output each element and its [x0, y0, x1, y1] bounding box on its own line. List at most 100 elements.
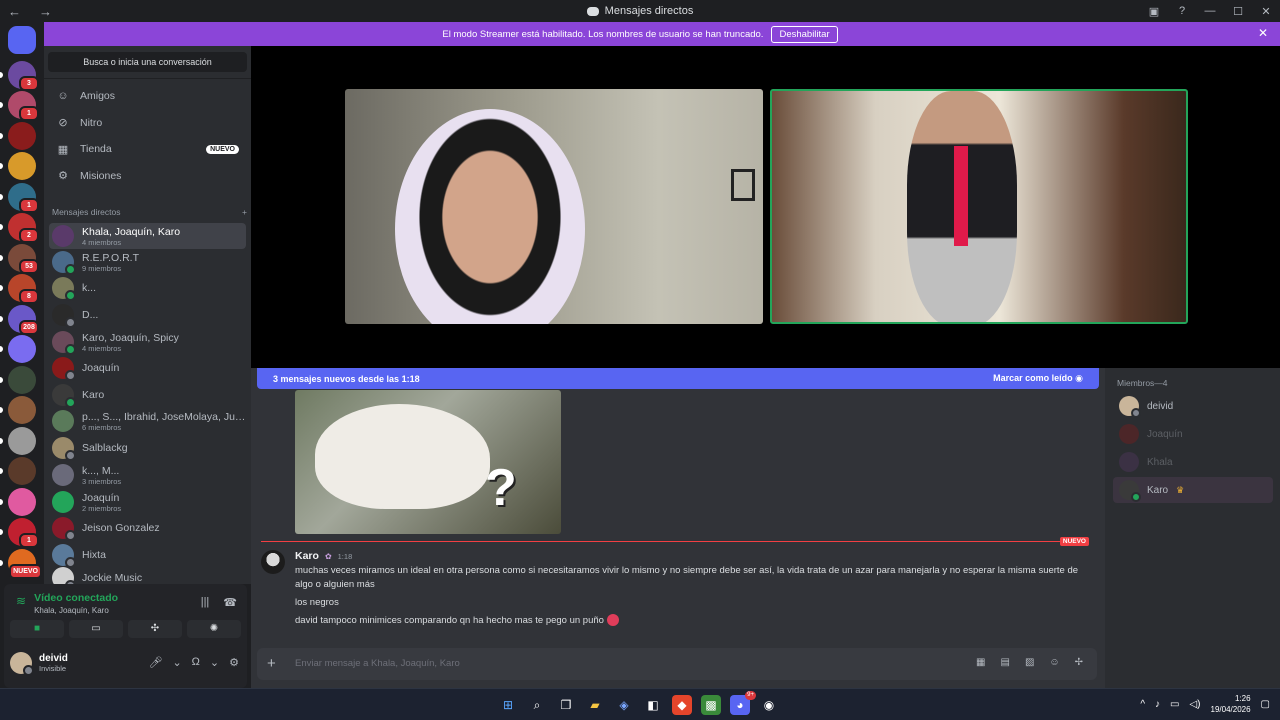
camera-button[interactable]: ■	[10, 620, 64, 638]
search-input[interactable]: Busca o inicia una conversación	[48, 52, 247, 72]
dm-member-count: 4 miembros	[82, 343, 122, 353]
video-tile-deivid[interactable]	[345, 89, 763, 324]
voice-status-text[interactable]: Vídeo conectado	[34, 592, 118, 604]
noise-suppression-icon[interactable]: |||	[201, 596, 210, 609]
dm-name: Hixta	[82, 549, 106, 561]
maximize-icon[interactable]: ☐	[1224, 5, 1252, 18]
dm-item[interactable]: p..., S..., Ibrahid, JoseMolaya, Jud... 6…	[49, 408, 246, 434]
discord-taskbar-icon[interactable]: ◕ 9+	[730, 691, 756, 715]
headphones-icon[interactable]: Ω	[192, 656, 200, 669]
screen-share-button[interactable]: ▭	[69, 620, 123, 638]
server-icon[interactable]	[0, 426, 36, 455]
server-icon[interactable]: 1	[0, 182, 39, 213]
new-messages-bar[interactable]: 3 mensajes nuevos desde las 1:18 Marcar …	[257, 368, 1099, 389]
server-icon[interactable]	[0, 121, 36, 150]
nav-item-nitro[interactable]: ⊘ Nitro	[50, 111, 245, 135]
message-input[interactable]: Enviar mensaje a Khala, Joaquín, Karo	[295, 658, 460, 669]
member-item[interactable]: Joaquín	[1113, 421, 1273, 447]
activities-button[interactable]: ✣	[128, 620, 182, 638]
disable-streamer-button[interactable]: Deshabilitar	[771, 25, 838, 43]
server-icon[interactable]	[0, 396, 36, 424]
clock[interactable]: 1:26 19/04/2026	[1211, 693, 1251, 715]
dm-item[interactable]: k...	[49, 275, 246, 301]
member-item[interactable]: Khala	[1113, 449, 1273, 475]
forward-icon[interactable]: →	[39, 4, 52, 19]
chevron-down-icon[interactable]: ⌄	[172, 656, 181, 669]
copilot-icon[interactable]: ◈	[614, 695, 634, 715]
attach-plus-icon[interactable]: +	[267, 655, 276, 672]
server-icon[interactable]	[0, 365, 36, 394]
server-icon[interactable]	[0, 487, 36, 516]
server-icon[interactable]: 8	[0, 274, 39, 304]
apps-icon[interactable]: ✢	[1075, 657, 1083, 668]
windows-start-icon[interactable]: ⊞	[498, 695, 518, 715]
member-item[interactable]: deivid	[1113, 393, 1273, 419]
server-icon[interactable]	[0, 152, 36, 180]
microphone-tray-icon[interactable]: ♪	[1155, 699, 1160, 710]
sticker-icon[interactable]: ▨	[1025, 657, 1034, 668]
close-banner-icon[interactable]: ✕	[1258, 26, 1268, 40]
dm-item[interactable]: Khala, Joaquín, Karo 4 miembros	[49, 223, 246, 249]
minecraft-icon[interactable]: ▩	[701, 695, 721, 715]
server-icon[interactable]: 208	[0, 304, 39, 335]
server-icon[interactable]: 3	[0, 60, 39, 91]
notifications-icon[interactable]: ▢	[1261, 699, 1270, 710]
gift-icon[interactable]: ▦	[976, 657, 985, 668]
soundboard-button[interactable]: ✺	[187, 620, 241, 638]
create-dm-icon[interactable]: +	[242, 207, 247, 217]
server-avatar	[8, 152, 36, 180]
dm-item[interactable]: Karo, Joaquín, Spicy 4 miembros	[49, 329, 246, 355]
obs-icon[interactable]: ◉	[759, 695, 779, 715]
search-icon[interactable]: ⌕	[527, 695, 547, 715]
dm-item[interactable]: Joaquín	[49, 355, 246, 381]
dm-item[interactable]: Joaquín 2 miembros	[49, 489, 246, 515]
home-button[interactable]	[8, 26, 36, 54]
mention-badge: NUEVO	[9, 563, 42, 579]
server-icon[interactable]: 2	[0, 213, 39, 243]
store-icon[interactable]: ◧	[643, 695, 663, 715]
chevron-down-icon[interactable]: ⌄	[210, 656, 219, 669]
server-icon[interactable]	[0, 335, 36, 363]
avatar[interactable]	[261, 550, 285, 574]
server-icon[interactable]: NUEVO	[0, 548, 42, 579]
volume-icon[interactable]: ◁)	[1189, 699, 1200, 710]
chevron-up-icon[interactable]: ^	[1140, 699, 1145, 710]
server-icon[interactable]: 1	[0, 518, 39, 548]
close-window-icon[interactable]: ✕	[1252, 5, 1280, 18]
dm-item[interactable]: Jeison Gonzalez	[49, 515, 246, 541]
nav-item-amigos[interactable]: ☺ Amigos	[50, 84, 245, 108]
dog-image-attachment[interactable]: ?	[295, 390, 561, 534]
server-icon[interactable]: 53	[0, 243, 39, 274]
file-explorer-icon[interactable]: ▰	[585, 695, 605, 715]
voice-channel-name[interactable]: Khala, Joaquín, Karo	[34, 606, 118, 615]
dm-item[interactable]: D...	[49, 302, 246, 328]
dm-item[interactable]: k..., M... 3 miembros	[49, 462, 246, 488]
emoji-picker-icon[interactable]: ☺	[1049, 657, 1059, 668]
dm-item[interactable]: Salblackg	[49, 435, 246, 461]
window-title-text: Mensajes directos	[604, 5, 694, 17]
settings-gear-icon[interactable]: ⚙	[229, 656, 239, 669]
nav-item-tienda[interactable]: ▦ Tienda NUEVO	[50, 137, 245, 161]
disconnect-icon[interactable]: ☎	[223, 596, 237, 609]
gif-icon[interactable]: ▤	[1000, 657, 1009, 668]
network-icon[interactable]: ▭	[1170, 699, 1179, 710]
help-icon[interactable]: ?	[1168, 5, 1196, 17]
mark-read-button[interactable]: Marcar como leído ◉	[993, 373, 1083, 384]
microphone-icon[interactable]: 🎤︎	[148, 656, 162, 669]
task-view-icon[interactable]: ❐	[556, 695, 576, 715]
member-item[interactable]: Karo ♛	[1113, 477, 1273, 503]
inbox-icon[interactable]: ▣	[1140, 5, 1168, 18]
back-icon[interactable]: ←	[8, 4, 21, 19]
status-indicator	[1131, 492, 1141, 502]
message-author[interactable]: Karo	[295, 550, 319, 562]
video-tile-karo[interactable]	[770, 89, 1188, 324]
server-icon[interactable]: 1	[0, 91, 39, 121]
dm-item[interactable]: Karo	[49, 382, 246, 408]
dm-item[interactable]: R.E.P.O.R.T 9 miembros	[49, 249, 246, 275]
nav-item-misiones[interactable]: ⚙ Misiones	[50, 164, 245, 188]
server-avatar	[8, 457, 36, 485]
current-user[interactable]: deivid Invisible	[10, 652, 68, 676]
brave-browser-icon[interactable]: ◆	[672, 695, 692, 715]
server-icon[interactable]	[0, 457, 36, 485]
minimize-icon[interactable]: —	[1196, 5, 1224, 17]
